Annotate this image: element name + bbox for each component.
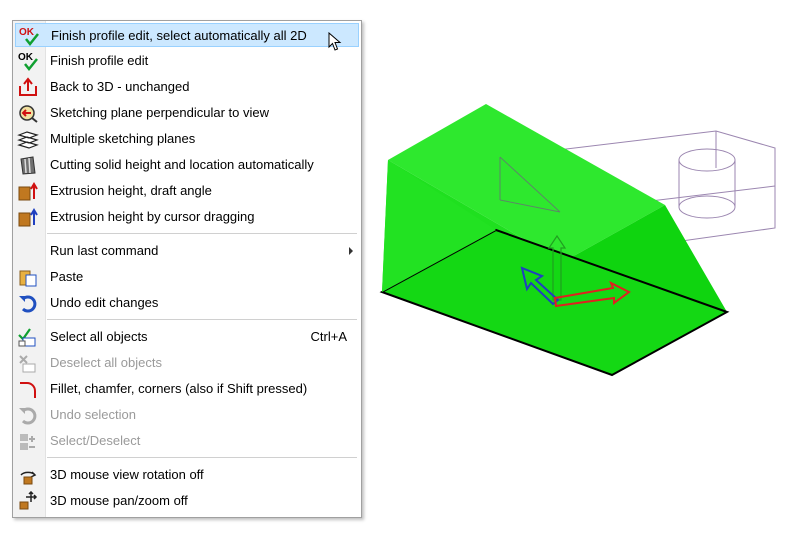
context-menu: OK Finish profile edit, select automatic… <box>12 20 362 518</box>
menu-item-label: Fillet, chamfer, corners (also if Shift … <box>50 381 308 396</box>
deselect-all-icon <box>19 355 36 373</box>
menu-item-label: Select/Deselect <box>50 433 141 448</box>
sketch-plane-view-icon <box>19 105 38 123</box>
menu-item-label: 3D mouse pan/zoom off <box>50 493 188 508</box>
menu-item-deselect-all[interactable]: Deselect all objects <box>15 351 359 375</box>
menu-item-extrusion-drag[interactable]: Extrusion height by cursor dragging <box>15 205 359 229</box>
paste-icon <box>19 270 37 287</box>
ok-icon: OK <box>18 52 38 71</box>
ok-select-icon-text: OK <box>19 27 35 38</box>
menu-item-label: Select all objects <box>50 329 148 344</box>
menu-item-run-last-command[interactable]: Run last command <box>15 239 359 263</box>
menu-item-paste[interactable]: Paste <box>15 265 359 289</box>
menu-item-label: Extrusion height by cursor dragging <box>50 209 255 224</box>
menu-item-label: Run last command <box>50 243 159 258</box>
extrusion-draft-icon <box>18 182 38 201</box>
menu-item-multiple-sketch-planes[interactable]: Multiple sketching planes <box>15 127 359 151</box>
menu-separator <box>47 457 357 458</box>
extrusion-drag-icon <box>18 208 38 227</box>
menu-item-back-to-3d[interactable]: Back to 3D - unchanged <box>15 75 359 99</box>
menu-item-finish-select-2d[interactable]: OK Finish profile edit, select automatic… <box>15 23 359 47</box>
menu-item-cutting-solid[interactable]: Cutting solid height and location automa… <box>15 153 359 177</box>
back-to-3d-icon <box>19 77 37 96</box>
menu-item-3d-mouse-rotation-off[interactable]: 3D mouse view rotation off <box>15 463 359 487</box>
menu-item-label: Finish profile edit, select automaticall… <box>51 28 307 43</box>
menu-item-finish-profile-edit[interactable]: OK Finish profile edit <box>15 49 359 73</box>
menu-item-label: Undo selection <box>50 407 136 422</box>
fillet-icon <box>20 382 36 398</box>
multiple-planes-icon <box>17 131 39 149</box>
undo-selection-icon <box>19 407 37 425</box>
menu-item-label: Finish profile edit <box>50 53 149 68</box>
undo-icon <box>19 295 37 313</box>
menu-item-select-all[interactable]: Select all objects Ctrl+A <box>15 325 359 349</box>
ok-icon-text: OK <box>18 52 34 63</box>
select-all-icon <box>18 328 36 347</box>
menu-item-label: Paste <box>50 269 84 284</box>
menu-item-label: Cutting solid height and location automa… <box>50 157 314 172</box>
mouse-rotation-icon <box>20 471 37 485</box>
menu-item-label: Deselect all objects <box>50 355 162 370</box>
menu-separator <box>47 319 357 320</box>
menu-item-label: Sketching plane perpendicular to view <box>50 105 269 120</box>
menu-separator <box>47 233 357 234</box>
menu-item-label: Undo edit changes <box>50 295 159 310</box>
menu-item-label: Extrusion height, draft angle <box>50 183 212 198</box>
menu-item-3d-mouse-pan-zoom-off[interactable]: 3D mouse pan/zoom off <box>15 489 359 513</box>
select-deselect-icon <box>20 434 35 450</box>
menu-item-label: Back to 3D - unchanged <box>50 79 190 94</box>
menu-item-undo-edit-changes[interactable]: Undo edit changes <box>15 291 359 315</box>
menu-item-select-deselect[interactable]: Select/Deselect <box>15 429 359 453</box>
mouse-pan-zoom-icon <box>19 491 38 510</box>
ok-select-icon: OK <box>19 27 39 46</box>
menu-item-sketch-plane-perpendicular[interactable]: Sketching plane perpendicular to view <box>15 101 359 125</box>
menu-item-shortcut: Ctrl+A <box>310 329 347 344</box>
mouse-cursor-icon <box>328 32 342 51</box>
menu-item-extrusion-draft[interactable]: Extrusion height, draft angle <box>15 179 359 203</box>
menu-item-label: Multiple sketching planes <box>50 131 196 146</box>
cutting-solid-icon <box>20 156 36 175</box>
menu-item-fillet-chamfer[interactable]: Fillet, chamfer, corners (also if Shift … <box>15 377 359 401</box>
menu-item-undo-selection[interactable]: Undo selection <box>15 403 359 427</box>
menu-item-label: 3D mouse view rotation off <box>50 467 204 482</box>
submenu-arrow-icon <box>349 247 353 255</box>
